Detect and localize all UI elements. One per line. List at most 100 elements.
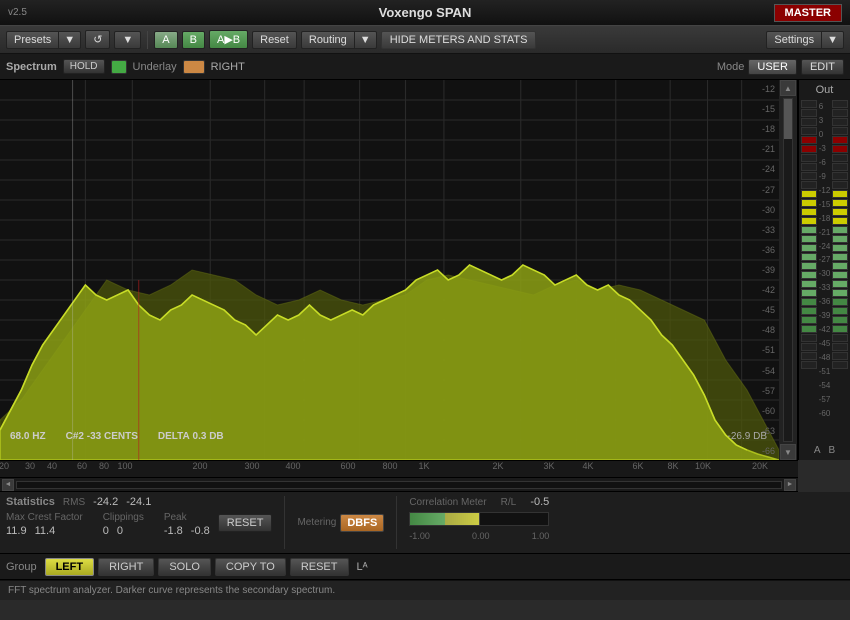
max-crest-r: 11.4 xyxy=(35,525,56,537)
freq-tick-6k: 6K xyxy=(632,461,643,471)
toolbar: Presets ▼ ↺ ▼ A B A▶B Reset Routing ▼ HI… xyxy=(0,26,850,54)
scroll-down-arrow[interactable]: ▼ xyxy=(780,444,796,460)
freq-tick-40: 40 xyxy=(47,461,57,471)
freq-tick-4k: 4K xyxy=(582,461,593,471)
clippings-label: Clippings xyxy=(103,512,144,523)
hold-button[interactable]: HOLD xyxy=(63,59,105,74)
stats-divider-1 xyxy=(284,496,285,549)
freq-tick-3k: 3K xyxy=(543,461,554,471)
rms-label: RMS xyxy=(63,497,85,508)
scroll-thumb[interactable] xyxy=(784,99,792,139)
stats-detail-row: Max Crest Factor 11.9 11.4 Clippings 0 0… xyxy=(6,512,210,537)
settings-group: Settings ▼ xyxy=(766,31,844,49)
redo-button[interactable]: ▼ xyxy=(114,31,141,49)
solo-button[interactable]: SOLO xyxy=(158,558,211,576)
clippings-l: 0 xyxy=(103,525,109,537)
routing-dropdown-arrow[interactable]: ▼ xyxy=(355,31,377,49)
title-bar: v2.5 Voxengo SPAN MASTER xyxy=(0,0,850,26)
master-button[interactable]: MASTER xyxy=(774,4,842,22)
group-la-label: Lᴬ xyxy=(357,561,368,573)
peak-label: Peak xyxy=(164,512,210,523)
corr-value: -0.5 xyxy=(530,496,549,508)
presets-button[interactable]: Presets xyxy=(6,31,59,49)
corr-left-label: -1.00 xyxy=(409,531,430,541)
freq-tick-20: 20 xyxy=(0,461,9,471)
freq-tick-1k: 1K xyxy=(418,461,429,471)
settings-dropdown-arrow[interactable]: ▼ xyxy=(822,31,844,49)
vu-b-label: B xyxy=(829,445,836,456)
scroll-up-arrow[interactable]: ▲ xyxy=(780,80,796,96)
underlay-label: Underlay xyxy=(133,61,177,73)
freq-tick-2k: 2K xyxy=(492,461,503,471)
app-title: Voxengo SPAN xyxy=(379,5,472,20)
freq-tick-10k: 10K xyxy=(695,461,711,471)
spectrum-bar: Spectrum HOLD Underlay RIGHT Mode USER E… xyxy=(0,54,850,80)
freq-tick-30: 30 xyxy=(25,461,35,471)
spectrum-scrollbar[interactable]: ▲ ▼ xyxy=(779,80,797,460)
freq-tick-20k: 20K xyxy=(752,461,768,471)
max-crest-label: Max Crest Factor xyxy=(6,512,83,523)
hide-meters-button[interactable]: HIDE METERS AND STATS xyxy=(381,31,537,49)
vu-meter: Out xyxy=(798,80,850,460)
scroll-track[interactable] xyxy=(783,98,793,442)
metering-section: Metering DBFS xyxy=(297,496,384,549)
toolbar-separator-1 xyxy=(147,31,148,49)
freq-tick-80: 80 xyxy=(99,461,109,471)
freq-tick-400: 400 xyxy=(285,461,300,471)
stats-rms-row: Statistics RMS -24.2 -24.1 xyxy=(6,496,210,508)
version-label: v2.5 xyxy=(8,7,27,18)
freq-tick-100: 100 xyxy=(117,461,132,471)
freq-tick-600: 600 xyxy=(340,461,355,471)
group-reset-button[interactable]: RESET xyxy=(290,558,349,576)
group-right-button[interactable]: RIGHT xyxy=(98,558,154,576)
stats-reset-button[interactable]: RESET xyxy=(218,514,273,532)
group-label: Group xyxy=(6,561,37,573)
group-bar: Group LEFT RIGHT SOLO COPY TO RESET Lᴬ xyxy=(0,554,850,580)
corr-header: Correlation Meter R/L -0.5 xyxy=(409,496,549,508)
reset-button[interactable]: Reset xyxy=(252,31,297,49)
peak-l: -1.8 xyxy=(164,525,183,537)
max-crest-l: 11.9 xyxy=(6,525,27,537)
status-bar: FFT spectrum analyzer. Darker curve repr… xyxy=(0,580,850,600)
spectrum-svg xyxy=(0,80,779,460)
h-scroll-left-arrow[interactable]: ◄ xyxy=(2,479,14,491)
copy-to-button[interactable]: COPY TO xyxy=(215,558,286,576)
h-scroll-right-arrow[interactable]: ► xyxy=(784,479,796,491)
right-label: RIGHT xyxy=(211,61,245,73)
freq-tick-8k: 8K xyxy=(667,461,678,471)
stats-divider-2 xyxy=(396,496,397,549)
spectrum-label: Spectrum xyxy=(6,61,57,73)
undo-button[interactable]: ↺ xyxy=(85,30,110,49)
correlation-section: Correlation Meter R/L -0.5 -1.00 0.00 1.… xyxy=(409,496,549,549)
h-scroll-track[interactable] xyxy=(16,481,782,489)
stats-label: Statistics xyxy=(6,496,55,508)
routing-button[interactable]: Routing xyxy=(301,31,355,49)
h-scrollbar[interactable]: ◄ ► xyxy=(0,478,798,492)
status-text: FFT spectrum analyzer. Darker curve repr… xyxy=(8,585,335,596)
vu-bars: 6 3 0 -3 -6 -9 -12 -15 -18 -21 -24 -27 -… xyxy=(801,100,848,441)
stats-bar: Statistics RMS -24.2 -24.1 Max Crest Fac… xyxy=(0,492,850,554)
settings-button[interactable]: Settings xyxy=(766,31,822,49)
edit-button[interactable]: EDIT xyxy=(801,59,844,75)
b-button[interactable]: B xyxy=(182,31,205,49)
dbfs-button[interactable]: DBFS xyxy=(340,514,384,532)
clippings-r: 0 xyxy=(117,525,123,537)
ab-copy-button[interactable]: A▶B xyxy=(209,30,248,49)
green-indicator xyxy=(111,60,127,74)
peak-r: -0.8 xyxy=(191,525,210,537)
corr-bar xyxy=(409,512,549,526)
a-button[interactable]: A xyxy=(154,31,177,49)
group-left-button[interactable]: LEFT xyxy=(45,558,95,576)
presets-group: Presets ▼ xyxy=(6,31,81,49)
vu-a-label: A xyxy=(814,445,821,456)
mode-section: Mode USER EDIT xyxy=(717,59,844,75)
freq-axis: 20 30 40 60 80 100 200 300 400 600 800 1… xyxy=(0,460,798,478)
rms-r-value: -24.1 xyxy=(126,496,151,508)
freq-tick-800: 800 xyxy=(382,461,397,471)
metering-label: Metering xyxy=(297,517,336,528)
corr-center-label: 0.00 xyxy=(472,531,490,541)
spectrum-display[interactable]: -12 -15 -18 -21 -24 -27 -30 -33 -36 -39 … xyxy=(0,80,798,460)
presets-dropdown-arrow[interactable]: ▼ xyxy=(59,31,81,49)
freq-tick-300: 300 xyxy=(244,461,259,471)
user-mode-button[interactable]: USER xyxy=(748,59,797,75)
